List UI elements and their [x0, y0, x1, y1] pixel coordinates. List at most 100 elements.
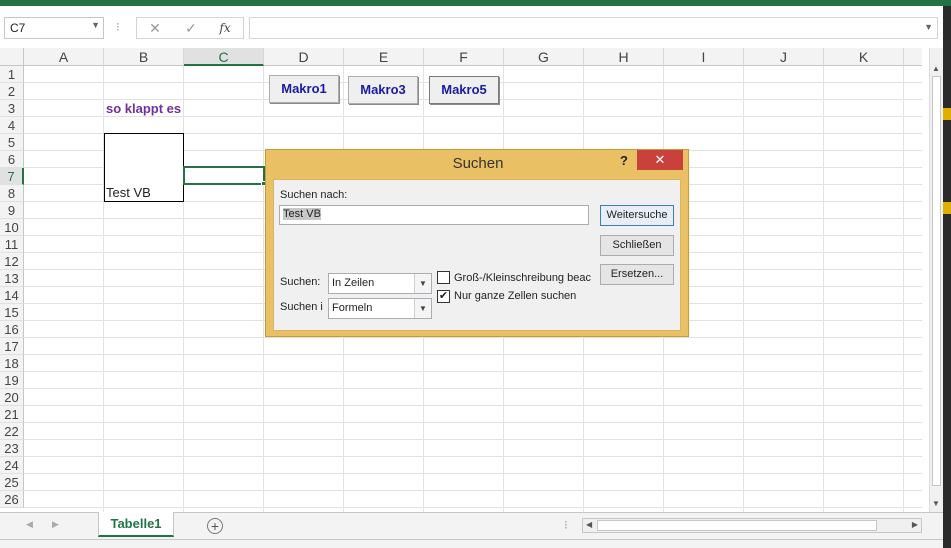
- row-header-13[interactable]: 13: [0, 270, 24, 287]
- row-header-16[interactable]: 16: [0, 321, 24, 338]
- gridline: [24, 354, 922, 355]
- selected-cell-c7[interactable]: [183, 166, 265, 185]
- row-header-26[interactable]: 26: [0, 491, 24, 508]
- select-all-corner[interactable]: [0, 48, 24, 66]
- excel-window: C7 ▼ ⁝ ✕ ✓ fx ▼ A B C D E F G H I J K 1 …: [0, 0, 951, 548]
- formula-bar: C7 ▼ ⁝ ✕ ✓ fx ▼: [0, 6, 951, 48]
- row-header-3[interactable]: 3: [0, 100, 24, 117]
- drag-handle-icon[interactable]: ⁝: [564, 518, 568, 532]
- cell-b3[interactable]: so klappt es: [106, 101, 181, 116]
- row-header-5[interactable]: 5: [0, 134, 24, 151]
- row-header-17[interactable]: 17: [0, 338, 24, 355]
- text-box-shape[interactable]: Test VB: [104, 133, 184, 202]
- vertical-scrollbar[interactable]: ▲ ▼: [929, 48, 943, 512]
- row-header-9[interactable]: 9: [0, 202, 24, 219]
- dialog-body: Suchen nach: Test VB Weitersuche Schließ…: [273, 179, 681, 331]
- scroll-thumb[interactable]: [932, 76, 941, 486]
- row-header-22[interactable]: 22: [0, 423, 24, 440]
- row-header-21[interactable]: 21: [0, 406, 24, 423]
- chevron-left-icon[interactable]: ◀: [26, 519, 33, 530]
- enter-icon[interactable]: ✓: [179, 20, 203, 38]
- scroll-down-icon[interactable]: ▼: [932, 499, 940, 508]
- name-box-value: C7: [10, 21, 26, 35]
- row-header-20[interactable]: 20: [0, 389, 24, 406]
- row-header-11[interactable]: 11: [0, 236, 24, 253]
- chevron-down-icon[interactable]: ▼: [91, 20, 100, 30]
- drag-handle-icon[interactable]: ⁝: [116, 20, 120, 34]
- close-icon[interactable]: ✕: [637, 150, 683, 170]
- insert-function-icon[interactable]: fx: [213, 21, 237, 39]
- row-header-12[interactable]: 12: [0, 253, 24, 270]
- row-header-7[interactable]: 7: [0, 168, 24, 185]
- sheet-tab-bar: ◀ ▶ Tabelle1 + ⁝ ◀ ▶: [0, 512, 943, 539]
- search-order-value: In Zeilen: [332, 277, 375, 289]
- row-header-19[interactable]: 19: [0, 372, 24, 389]
- search-order-select[interactable]: In Zeilen ▼: [328, 273, 432, 294]
- column-header-d[interactable]: D: [264, 48, 344, 66]
- chevron-down-icon[interactable]: ▼: [414, 274, 431, 293]
- row-header-2[interactable]: 2: [0, 83, 24, 100]
- formula-input[interactable]: ▼: [249, 17, 938, 39]
- gridline: [24, 388, 922, 389]
- row-header-6[interactable]: 6: [0, 151, 24, 168]
- name-box[interactable]: C7 ▼: [4, 17, 104, 39]
- look-in-select[interactable]: Formeln ▼: [328, 298, 432, 319]
- column-header-j[interactable]: J: [744, 48, 824, 66]
- makro3-button[interactable]: Makro3: [348, 76, 418, 104]
- makro1-button[interactable]: Makro1: [269, 75, 339, 103]
- column-header-b[interactable]: B: [104, 48, 184, 66]
- row-header-10[interactable]: 10: [0, 219, 24, 236]
- column-header-l[interactable]: [904, 48, 922, 66]
- status-bar: [0, 539, 943, 548]
- background-marker: [943, 108, 951, 120]
- makro5-button[interactable]: Makro5: [429, 76, 499, 104]
- sheet-tab-tabelle1[interactable]: Tabelle1: [98, 512, 174, 537]
- add-sheet-icon[interactable]: +: [207, 518, 223, 534]
- row-header-15[interactable]: 15: [0, 304, 24, 321]
- lookin-label: Suchen i: [280, 301, 323, 313]
- row-header-18[interactable]: 18: [0, 355, 24, 372]
- gridline: [24, 405, 922, 406]
- find-input[interactable]: Test VB: [279, 205, 589, 225]
- scroll-right-icon[interactable]: ▶: [912, 520, 918, 529]
- row-header-25[interactable]: 25: [0, 474, 24, 491]
- search-label: Suchen:: [280, 276, 321, 288]
- column-header-i[interactable]: I: [664, 48, 744, 66]
- cancel-icon[interactable]: ✕: [143, 20, 167, 38]
- column-header-c[interactable]: C: [184, 48, 264, 66]
- gridline: [24, 439, 922, 440]
- row-header-24[interactable]: 24: [0, 457, 24, 474]
- background-marker: [943, 202, 951, 214]
- column-header-h[interactable]: H: [584, 48, 664, 66]
- scroll-up-icon[interactable]: ▲: [932, 64, 940, 73]
- row-header-14[interactable]: 14: [0, 287, 24, 304]
- column-header-g[interactable]: G: [504, 48, 584, 66]
- background-window-edge: [943, 6, 951, 548]
- replace-button[interactable]: Ersetzen...: [600, 264, 674, 285]
- cell-b8: Test VB: [106, 185, 151, 200]
- chevron-right-icon[interactable]: ▶: [52, 519, 59, 530]
- row-header-8[interactable]: 8: [0, 185, 24, 202]
- find-dialog: Suchen ? ✕ Suchen nach: Test VB Weitersu…: [265, 149, 689, 337]
- whole-cells-checkbox[interactable]: ✔: [437, 290, 450, 303]
- find-label: Suchen nach:: [280, 189, 348, 201]
- column-header-a[interactable]: A: [24, 48, 104, 66]
- column-header-k[interactable]: K: [824, 48, 904, 66]
- chevron-down-icon[interactable]: ▼: [414, 299, 431, 318]
- gridline: [24, 490, 922, 491]
- gridline: [24, 456, 922, 457]
- row-header-4[interactable]: 4: [0, 117, 24, 134]
- find-next-button[interactable]: Weitersuche: [600, 205, 674, 226]
- row-header-1[interactable]: 1: [0, 66, 24, 83]
- scroll-left-icon[interactable]: ◀: [586, 520, 592, 529]
- scroll-thumb[interactable]: [597, 520, 877, 531]
- match-case-checkbox[interactable]: [437, 271, 450, 284]
- column-header-f[interactable]: F: [424, 48, 504, 66]
- close-button[interactable]: Schließen: [600, 235, 674, 256]
- gridline: [24, 473, 922, 474]
- row-header-23[interactable]: 23: [0, 440, 24, 457]
- column-header-e[interactable]: E: [344, 48, 424, 66]
- expand-formula-icon[interactable]: ▼: [924, 22, 933, 32]
- help-icon[interactable]: ?: [620, 153, 628, 168]
- horizontal-scrollbar[interactable]: ◀ ▶: [582, 518, 922, 533]
